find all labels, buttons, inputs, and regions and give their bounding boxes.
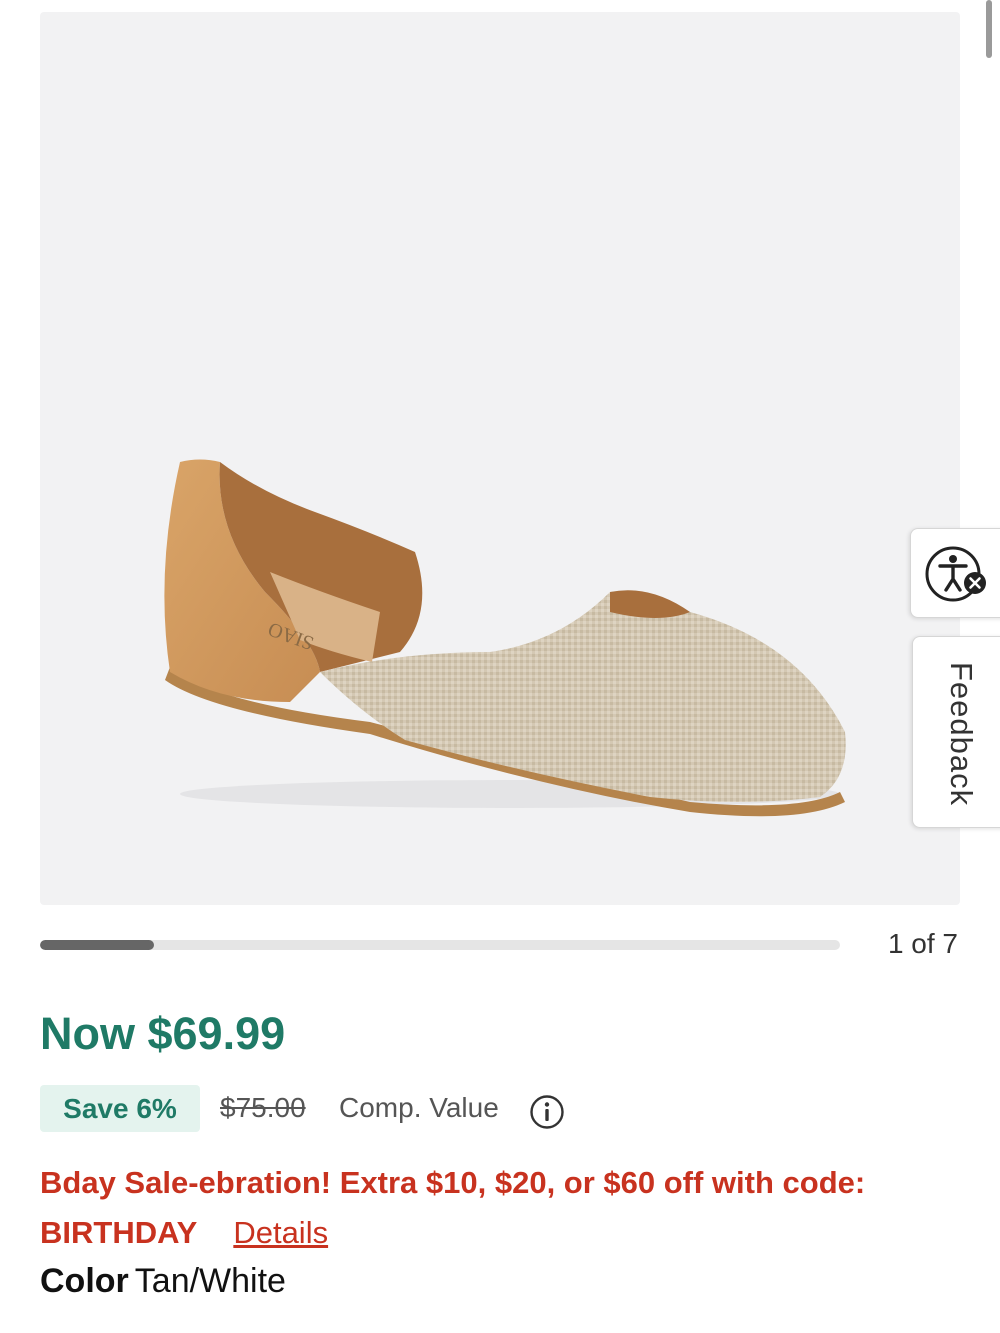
accessibility-icon (925, 546, 986, 602)
current-price: Now $69.99 (40, 1008, 286, 1059)
gallery-progress-bar (40, 940, 840, 950)
accessibility-tab[interactable] (910, 528, 1000, 618)
color-selection: Color Tan/White (40, 1262, 286, 1301)
gallery-progress-fill (40, 940, 155, 950)
page-scrollbar[interactable] (986, 0, 992, 58)
product-image-gallery[interactable]: SIAO (40, 12, 960, 905)
color-value: Tan/White (134, 1262, 286, 1300)
promo-message: Bday Sale-ebration! Extra $10, $20, or $… (40, 1158, 940, 1258)
feedback-tab-label: Feedback (944, 661, 979, 807)
comp-value-price: $75.00 (220, 1092, 306, 1123)
save-badge: Save 6% (40, 1085, 200, 1132)
color-label: Color (40, 1262, 129, 1300)
promo-text: Bday Sale-ebration! Extra $10, $20, or $… (40, 1165, 866, 1250)
slide-counter: 1 of 7 (887, 928, 958, 959)
promo-details-link[interactable]: Details (233, 1215, 328, 1250)
product-image: SIAO (164, 459, 846, 817)
comp-value-label: Comp. Value (339, 1092, 499, 1123)
info-circle-icon[interactable] (529, 1094, 565, 1130)
feedback-tab[interactable]: Feedback (912, 636, 1000, 828)
